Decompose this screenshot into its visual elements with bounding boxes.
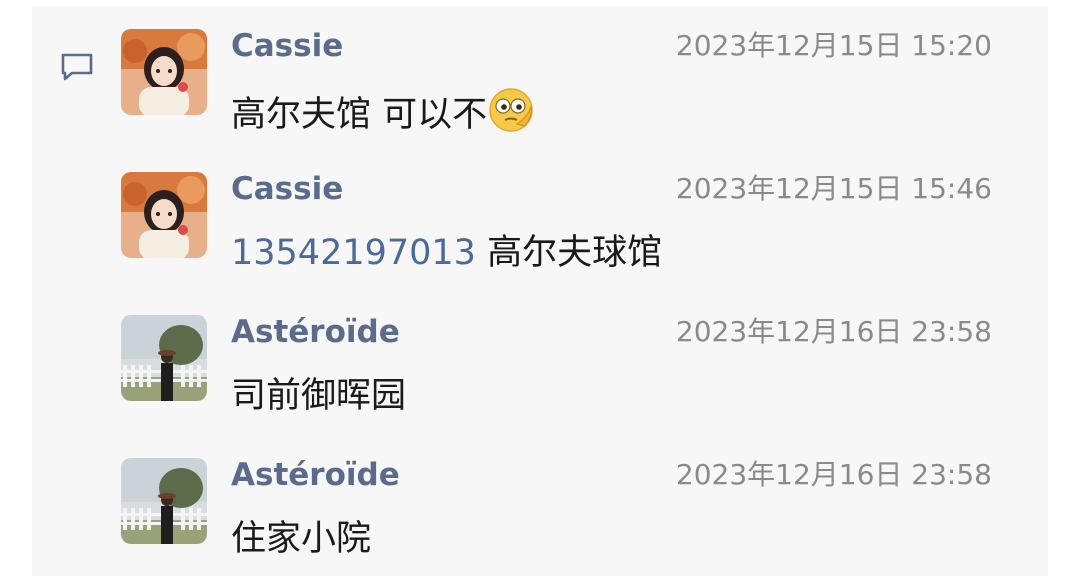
thinking-face-emoji bbox=[489, 88, 533, 132]
phone-number-link[interactable]: 13542197013 bbox=[231, 233, 476, 273]
asteroide-avatar[interactable] bbox=[121, 315, 207, 401]
asteroide-avatar[interactable] bbox=[121, 458, 207, 544]
cassie-avatar[interactable] bbox=[121, 172, 207, 258]
message-text: 司前御晖园 bbox=[231, 376, 407, 416]
message-item[interactable]: Cassie 2023年12月15日 15:46 13542197013 高尔夫… bbox=[0, 149, 1080, 292]
message-timestamp: 2023年12月16日 23:58 bbox=[675, 458, 992, 491]
message-item[interactable]: Astéroïde 2023年12月16日 23:58 司前御晖园 bbox=[0, 292, 1080, 435]
message-text: 住家小院 bbox=[231, 519, 372, 559]
message-timestamp: 2023年12月15日 15:46 bbox=[675, 172, 992, 205]
sender-name[interactable]: Cassie bbox=[231, 169, 343, 209]
cassie-avatar[interactable] bbox=[121, 29, 207, 115]
sender-name[interactable]: Astéroïde bbox=[231, 312, 400, 352]
message-text: 高尔夫球馆 bbox=[475, 233, 663, 273]
sender-name[interactable]: Astéroïde bbox=[231, 455, 400, 495]
message-text: 高尔夫馆 可以不 bbox=[231, 95, 488, 135]
message-timestamp: 2023年12月15日 15:20 bbox=[675, 29, 992, 62]
message-text-row: 13542197013 高尔夫球馆 bbox=[231, 229, 662, 277]
message-timestamp: 2023年12月16日 23:58 bbox=[675, 315, 992, 348]
message-item[interactable]: Cassie 2023年12月15日 15:20 高尔夫馆 可以不 bbox=[0, 6, 1080, 149]
sender-name[interactable]: Cassie bbox=[231, 26, 343, 66]
message-text-row: 高尔夫馆 可以不 bbox=[231, 86, 537, 139]
message-item[interactable]: Astéroïde 2023年12月16日 23:58 住家小院 bbox=[0, 435, 1080, 578]
